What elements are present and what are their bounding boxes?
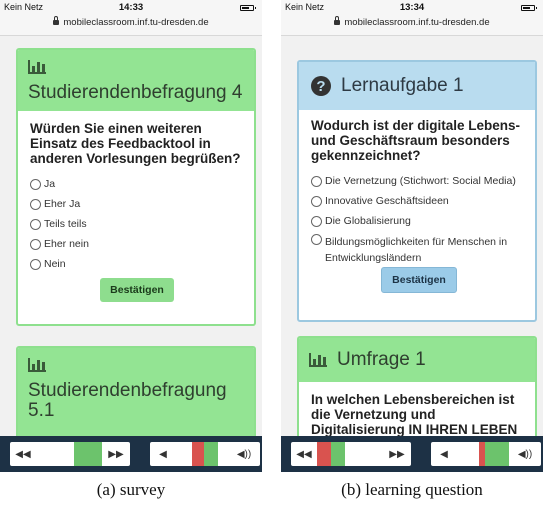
clock: 14:33 bbox=[118, 2, 144, 13]
radio-button[interactable] bbox=[311, 175, 322, 187]
battery-icon bbox=[240, 5, 256, 11]
bar-chart-icon bbox=[28, 358, 46, 372]
seek-control[interactable]: ◀◀ ▶▶ bbox=[10, 442, 130, 466]
card-title: Studierendenbefragung 5.1 bbox=[28, 380, 227, 421]
radio-button[interactable] bbox=[30, 198, 41, 210]
level-segment-green bbox=[485, 442, 509, 466]
level-segment-green bbox=[204, 442, 218, 466]
question-text: In welchen Lebensbereichen ist die Verne… bbox=[311, 392, 518, 437]
confirm-button[interactable]: Bestätigen bbox=[381, 267, 457, 293]
card-header: ? Lernaufgabe 1 bbox=[299, 62, 535, 110]
confirm-button[interactable]: Bestätigen bbox=[100, 278, 174, 302]
option-globalisierung[interactable]: Die Globalisierung bbox=[311, 211, 527, 231]
bar-chart-icon bbox=[309, 353, 327, 367]
option-label: Die Globalisierung bbox=[325, 215, 411, 227]
option-geschaeftsideen[interactable]: Innovative Geschäftsideen bbox=[311, 191, 527, 211]
question-mark-icon: ? bbox=[311, 76, 331, 96]
url-text: mobileclassroom.inf.tu-dresden.de bbox=[63, 17, 209, 28]
level-segment bbox=[218, 442, 228, 466]
lock-icon bbox=[53, 16, 60, 25]
level-segment-red bbox=[192, 442, 204, 466]
timeline-segment-green bbox=[331, 442, 345, 466]
option-label: Ja bbox=[44, 178, 56, 190]
volume-up-icon[interactable]: ◀)) bbox=[228, 442, 260, 466]
volume-up-icon[interactable]: ◀)) bbox=[509, 442, 541, 466]
rewind-icon[interactable]: ◀◀ bbox=[291, 442, 317, 466]
url-text: mobileclassroom.inf.tu-dresden.de bbox=[344, 17, 490, 28]
card-title: Studierendenbefragung 4 bbox=[28, 82, 243, 103]
radio-button[interactable] bbox=[311, 234, 322, 245]
option-eher-ja[interactable]: Eher Ja bbox=[30, 194, 244, 214]
card-body: Würden Sie einen weiteren Einsatz des Fe… bbox=[18, 111, 254, 312]
card-title: Lernaufgabe 1 bbox=[341, 75, 464, 96]
caption-a: (a) survey bbox=[96, 480, 166, 499]
battery-icon bbox=[521, 5, 537, 11]
level-segment bbox=[457, 442, 479, 466]
volume-control[interactable]: ◀ ◀)) bbox=[431, 442, 541, 466]
option-label: Teils teils bbox=[44, 218, 87, 230]
option-bildung[interactable]: Bildungsmöglichkeiten für Menschen in En… bbox=[311, 231, 527, 264]
option-teils-teils[interactable]: Teils teils bbox=[30, 214, 244, 234]
learning-task-card: ? Lernaufgabe 1 Wodurch ist der digitale… bbox=[297, 60, 537, 322]
radio-button[interactable] bbox=[30, 258, 41, 270]
card-header: Umfrage 1 bbox=[299, 338, 535, 382]
option-label: Bildungsmöglichkeiten für Menschen in En… bbox=[325, 236, 508, 264]
question-text: Wodurch ist der digitale Lebens- und Ges… bbox=[311, 118, 521, 163]
card-header: Studierendenbefragung 4 bbox=[18, 50, 254, 111]
option-label: Eher Ja bbox=[44, 198, 81, 210]
option-ja[interactable]: Ja bbox=[30, 174, 244, 194]
caption-b: (b) learning question bbox=[341, 480, 483, 499]
option-label: Innovative Geschäftsideen bbox=[325, 195, 449, 207]
phone-screen-survey: Kein Netz 14:33 mobileclassroom.inf.tu-d… bbox=[0, 0, 262, 472]
status-bar: Kein Netz 14:33 mobileclassroom.inf.tu-d… bbox=[0, 0, 262, 36]
level-segment bbox=[176, 442, 192, 466]
card-body: Wodurch ist der digitale Lebens- und Ges… bbox=[299, 110, 535, 301]
option-eher-nein[interactable]: Eher nein bbox=[30, 234, 244, 254]
timeline-segment-green bbox=[74, 442, 102, 466]
volume-control[interactable]: ◀ ◀)) bbox=[150, 442, 260, 466]
radio-button[interactable] bbox=[30, 238, 41, 250]
volume-down-icon[interactable]: ◀ bbox=[150, 442, 176, 466]
forward-icon[interactable]: ▶▶ bbox=[383, 442, 411, 466]
address-bar[interactable]: mobileclassroom.inf.tu-dresden.de bbox=[0, 16, 262, 28]
seek-control[interactable]: ◀◀ ▶▶ bbox=[291, 442, 411, 466]
timeline-segment bbox=[345, 442, 383, 466]
option-label: Die Vernetzung (Stichwort: Social Media) bbox=[325, 175, 516, 187]
status-bar: Kein Netz 13:34 mobileclassroom.inf.tu-d… bbox=[281, 0, 543, 36]
option-vernetzung[interactable]: Die Vernetzung (Stichwort: Social Media) bbox=[311, 171, 527, 191]
question-text: Würden Sie einen weiteren Einsatz des Fe… bbox=[30, 121, 241, 166]
option-label: Nein bbox=[44, 258, 66, 270]
timeline-segment bbox=[36, 442, 74, 466]
radio-button[interactable] bbox=[30, 178, 41, 190]
card-title: Umfrage 1 bbox=[337, 349, 426, 370]
radio-button[interactable] bbox=[311, 195, 322, 207]
lock-icon bbox=[334, 16, 341, 25]
option-label: Eher nein bbox=[44, 238, 89, 250]
volume-down-icon[interactable]: ◀ bbox=[431, 442, 457, 466]
clock: 13:34 bbox=[399, 2, 425, 13]
survey-card: Studierendenbefragung 4 Würden Sie einen… bbox=[16, 48, 256, 326]
radio-button[interactable] bbox=[30, 218, 41, 230]
option-nein[interactable]: Nein bbox=[30, 254, 244, 274]
playback-toolbar: ◀◀ ▶▶ ◀ ◀)) bbox=[0, 436, 262, 472]
phone-screen-learning-question: Kein Netz 13:34 mobileclassroom.inf.tu-d… bbox=[281, 0, 543, 472]
rewind-icon[interactable]: ◀◀ bbox=[10, 442, 36, 466]
forward-icon[interactable]: ▶▶ bbox=[102, 442, 130, 466]
radio-button[interactable] bbox=[311, 215, 322, 227]
bar-chart-icon bbox=[28, 60, 46, 74]
address-bar[interactable]: mobileclassroom.inf.tu-dresden.de bbox=[281, 16, 543, 28]
playback-toolbar: ◀◀ ▶▶ ◀ ◀)) bbox=[281, 436, 543, 472]
timeline-segment-red bbox=[317, 442, 331, 466]
